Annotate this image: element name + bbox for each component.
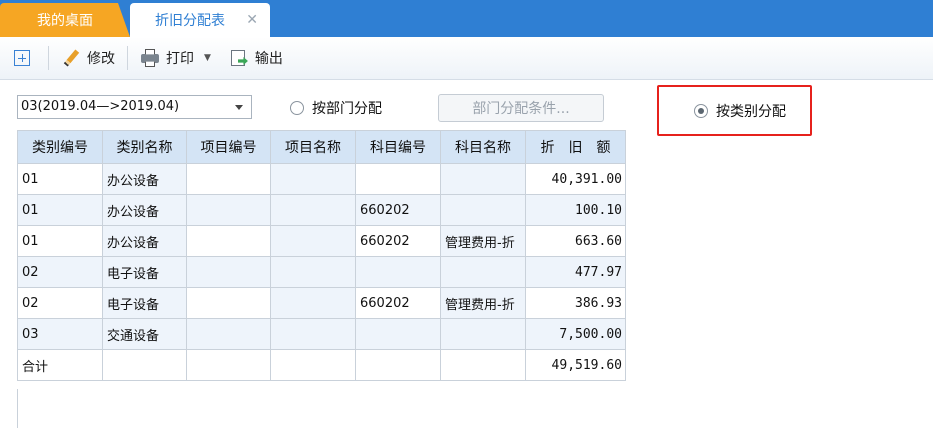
table-cell bbox=[440, 349, 526, 381]
table-cell bbox=[270, 287, 356, 319]
radio-by-department[interactable]: 按部门分配 bbox=[290, 98, 382, 118]
table-cell bbox=[355, 163, 441, 195]
table-cell: 660202 bbox=[355, 225, 441, 257]
period-value: 03(2019.04—>2019.04) bbox=[21, 99, 180, 114]
table-cell: 663.60 bbox=[525, 225, 626, 257]
table-cell: 386.93 bbox=[525, 287, 626, 319]
table-cell: 660202 bbox=[355, 287, 441, 319]
table-cell bbox=[186, 194, 271, 226]
table-cell: 办公设备 bbox=[102, 225, 187, 257]
toolbar: 修改 打印 ▼ 输出 bbox=[0, 37, 933, 80]
add-icon[interactable] bbox=[14, 50, 30, 66]
edit-button[interactable]: 修改 bbox=[55, 44, 121, 72]
table-header-row: 类别编号 类别名称 项目编号 项目名称 科目编号 科目名称 折 旧 额 bbox=[17, 130, 626, 164]
table-row[interactable]: 01 办公设备 40,391.00 bbox=[17, 163, 626, 195]
table-cell bbox=[440, 256, 526, 288]
table-cell: 01 bbox=[17, 163, 103, 195]
table-cell: 660202 bbox=[355, 194, 441, 226]
table-cell: 49,519.60 bbox=[525, 349, 626, 381]
table-row[interactable]: 03 交通设备 7,500.00 bbox=[17, 318, 626, 350]
tab-my-desktop[interactable]: 我的桌面 bbox=[0, 3, 130, 37]
column-header[interactable]: 项目编号 bbox=[186, 130, 271, 164]
table-cell bbox=[355, 349, 441, 381]
table-cell bbox=[186, 318, 271, 350]
export-button[interactable]: 输出 bbox=[223, 44, 289, 72]
tab-depreciation-allocation[interactable]: 折旧分配表 ✕ bbox=[130, 3, 270, 37]
table-cell bbox=[270, 349, 356, 381]
chevron-down-icon[interactable] bbox=[235, 105, 243, 110]
print-button[interactable]: 打印 ▼ bbox=[134, 44, 217, 72]
table-cell bbox=[186, 256, 271, 288]
chevron-down-icon[interactable]: ▼ bbox=[204, 53, 211, 63]
highlight-annotation bbox=[657, 85, 812, 136]
radio-by-department-label: 按部门分配 bbox=[312, 101, 382, 117]
table-cell: 01 bbox=[17, 225, 103, 257]
period-select[interactable]: 03(2019.04—>2019.04) bbox=[17, 95, 252, 119]
table-cell: 40,391.00 bbox=[525, 163, 626, 195]
table-cell bbox=[270, 256, 356, 288]
close-icon[interactable]: ✕ bbox=[246, 12, 258, 28]
tab-bar: 我的桌面 折旧分配表 ✕ bbox=[0, 0, 933, 37]
toolbar-separator bbox=[48, 46, 49, 70]
export-label: 输出 bbox=[254, 51, 283, 67]
column-header[interactable]: 类别名称 bbox=[102, 130, 187, 164]
table-cell: 02 bbox=[17, 256, 103, 288]
column-header[interactable]: 科目编号 bbox=[355, 130, 441, 164]
column-header[interactable]: 项目名称 bbox=[270, 130, 356, 164]
table-row[interactable]: 01 办公设备 660202 100.10 bbox=[17, 194, 626, 226]
department-condition-label: 部门分配条件... bbox=[472, 101, 570, 117]
tab-my-desktop-label: 我的桌面 bbox=[37, 13, 93, 29]
toolbar-separator bbox=[127, 46, 128, 70]
edit-label: 修改 bbox=[87, 51, 115, 67]
table-cell bbox=[186, 349, 271, 381]
column-header[interactable]: 折 旧 额 bbox=[525, 130, 626, 164]
printer-icon bbox=[140, 48, 160, 68]
table-cell bbox=[440, 318, 526, 350]
table-cell: 01 bbox=[17, 194, 103, 226]
table-cell bbox=[270, 225, 356, 257]
table-row[interactable]: 02 电子设备 660202 管理费用-折 386.93 bbox=[17, 287, 626, 319]
table-cell: 管理费用-折 bbox=[440, 225, 526, 257]
department-condition-button[interactable]: 部门分配条件... bbox=[438, 94, 604, 122]
table-cell: 电子设备 bbox=[102, 256, 187, 288]
table-cell bbox=[270, 318, 356, 350]
column-header[interactable]: 科目名称 bbox=[440, 130, 526, 164]
table-cell bbox=[186, 225, 271, 257]
table-cell: 办公设备 bbox=[102, 163, 187, 195]
table-cell bbox=[186, 163, 271, 195]
column-header[interactable]: 类别编号 bbox=[17, 130, 103, 164]
pencil-icon bbox=[61, 48, 81, 68]
radio-button-icon[interactable] bbox=[290, 101, 304, 115]
table-total-row[interactable]: 合计 49,519.60 bbox=[17, 349, 626, 381]
table-cell bbox=[355, 318, 441, 350]
table-cell: 100.10 bbox=[525, 194, 626, 226]
table-cell bbox=[186, 287, 271, 319]
table-cell: 02 bbox=[17, 287, 103, 319]
table-row[interactable]: 02 电子设备 477.97 bbox=[17, 256, 626, 288]
table-cell: 电子设备 bbox=[102, 287, 187, 319]
export-icon bbox=[229, 48, 249, 68]
table-cell: 管理费用-折 bbox=[440, 287, 526, 319]
print-label: 打印 bbox=[166, 51, 194, 67]
table-cell bbox=[440, 163, 526, 195]
table-row[interactable]: 01 办公设备 660202 管理费用-折 663.60 bbox=[17, 225, 626, 257]
table-cell: 办公设备 bbox=[102, 194, 187, 226]
table-cell: 交通设备 bbox=[102, 318, 187, 350]
table-cell: 合计 bbox=[17, 349, 103, 381]
table-cell bbox=[440, 194, 526, 226]
table-cell bbox=[102, 349, 187, 381]
tab-active-label: 折旧分配表 bbox=[155, 13, 225, 29]
table-cell bbox=[270, 194, 356, 226]
grid-border bbox=[17, 389, 18, 428]
table-cell: 03 bbox=[17, 318, 103, 350]
table-cell: 7,500.00 bbox=[525, 318, 626, 350]
depreciation-table: 类别编号 类别名称 项目编号 项目名称 科目编号 科目名称 折 旧 额 01 办… bbox=[17, 130, 626, 381]
table-cell bbox=[270, 163, 356, 195]
table-cell bbox=[355, 256, 441, 288]
table-cell: 477.97 bbox=[525, 256, 626, 288]
